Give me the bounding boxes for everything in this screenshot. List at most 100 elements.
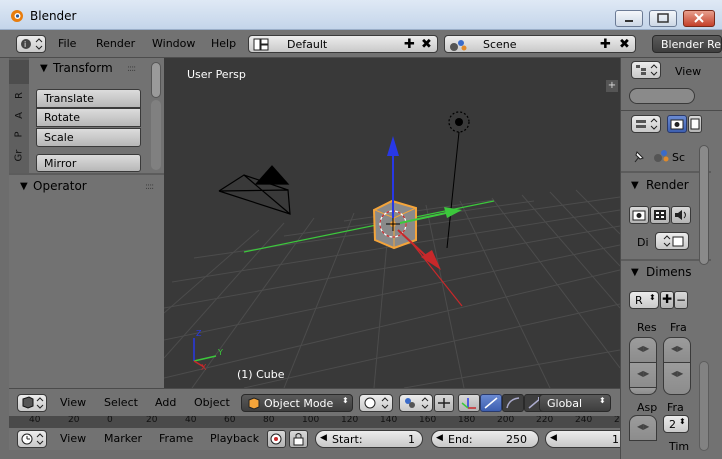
viewport-expand-icon[interactable]: + bbox=[606, 80, 618, 92]
view-menu[interactable]: View bbox=[60, 396, 86, 409]
scene-selector[interactable]: Scene ✚ ✖ bbox=[444, 35, 636, 53]
translate-button[interactable]: Translate bbox=[36, 89, 141, 108]
operator-panel-drag-handle[interactable]: :::: bbox=[145, 182, 154, 192]
add-menu[interactable]: Add bbox=[155, 396, 176, 409]
viewport-shading-selector[interactable] bbox=[359, 394, 393, 412]
start-frame-field[interactable]: ◀ Start: 1 bbox=[315, 430, 423, 448]
add-scene-icon[interactable]: ✚ bbox=[600, 37, 611, 52]
end-frame-field[interactable]: ◀ End: 250 bbox=[431, 430, 539, 448]
translate-manipulator-button[interactable] bbox=[458, 394, 480, 412]
tab-physics[interactable]: P bbox=[9, 129, 29, 147]
render-context-tab[interactable] bbox=[667, 115, 687, 133]
resolution-percent-field[interactable] bbox=[629, 387, 657, 395]
render-engine-selector[interactable]: Blender Re bbox=[652, 35, 722, 53]
marker-menu[interactable]: Marker bbox=[104, 432, 142, 445]
properties-scrollbar-lower[interactable] bbox=[699, 361, 709, 451]
add-preset-button[interactable]: ✚ bbox=[660, 291, 674, 309]
transform-orientation-value: Global bbox=[547, 397, 583, 410]
manipulator-toggle-button[interactable] bbox=[434, 394, 454, 412]
transform-panel-toggle-icon[interactable]: ▼ bbox=[40, 63, 48, 74]
transform-orientation-selector[interactable]: Global ⬍ bbox=[539, 394, 611, 412]
menu-render[interactable]: Render bbox=[96, 37, 135, 50]
outliner-search-field[interactable] bbox=[629, 88, 695, 104]
frame-menu[interactable]: Frame bbox=[159, 432, 193, 445]
tool-shelf-scrollbar-track bbox=[151, 100, 161, 170]
mirror-button[interactable]: Mirror bbox=[36, 154, 141, 172]
minimize-button[interactable] bbox=[615, 10, 643, 27]
tab-grease-pencil[interactable]: Gr bbox=[9, 150, 29, 168]
object-menu[interactable]: Object bbox=[194, 396, 230, 409]
transform-panel-drag-handle[interactable]: :::: bbox=[127, 64, 136, 74]
close-window-button[interactable] bbox=[683, 10, 715, 27]
timeline-ticks: 4020020406080100120140160180200220240260 bbox=[29, 416, 622, 425]
timeline-editor-type-button[interactable] bbox=[17, 430, 47, 448]
viewport-scene[interactable] bbox=[164, 58, 620, 388]
display-label: Di bbox=[637, 236, 649, 249]
display-mode-selector[interactable] bbox=[655, 232, 689, 250]
end-frame-label: End: bbox=[448, 433, 473, 446]
record-button[interactable] bbox=[267, 430, 286, 448]
lock-button[interactable] bbox=[289, 430, 308, 448]
frame-end-field[interactable]: ◀▶ bbox=[663, 362, 691, 395]
aspect-x-field[interactable]: ◀▶ bbox=[629, 415, 657, 441]
resolution-y-field[interactable]: ◀▶ bbox=[629, 362, 657, 388]
properties-scrollbar[interactable] bbox=[699, 145, 709, 265]
timeline-view-menu[interactable]: View bbox=[60, 432, 86, 445]
ruler-tick-label: 100 bbox=[302, 416, 319, 425]
start-left-arrow-icon[interactable]: ◀ bbox=[320, 433, 327, 443]
pivot-point-selector[interactable] bbox=[399, 394, 433, 412]
render-panel-toggle-icon[interactable]: ▼ bbox=[631, 180, 639, 191]
menu-window[interactable]: Window bbox=[152, 37, 195, 50]
timeline-ruler[interactable]: 4020020406080100120140160180200220240260 bbox=[9, 416, 622, 428]
operator-panel-header[interactable]: Operator bbox=[33, 179, 87, 193]
object-mode-selector[interactable]: Object Mode ⬍ bbox=[241, 394, 353, 412]
ruler-tick-label: 180 bbox=[458, 416, 475, 425]
current-left-arrow-icon[interactable]: ◀ bbox=[550, 433, 557, 443]
remove-scene-icon[interactable]: ✖ bbox=[619, 37, 630, 52]
tool-shelf-tab-blank[interactable] bbox=[9, 60, 29, 84]
ruler-tick-label: 200 bbox=[497, 416, 514, 425]
render-audio-button[interactable] bbox=[671, 206, 691, 224]
scale-manipulator-button[interactable] bbox=[502, 394, 524, 412]
remove-layout-icon[interactable]: ✖ bbox=[421, 37, 432, 52]
end-left-arrow-icon[interactable]: ◀ bbox=[436, 433, 443, 443]
scale-button[interactable]: Scale bbox=[36, 128, 141, 147]
menu-help[interactable]: Help bbox=[211, 37, 236, 50]
transform-panel-header[interactable]: Transform bbox=[53, 61, 113, 75]
menu-file[interactable]: File bbox=[58, 37, 76, 50]
render-image-button[interactable] bbox=[629, 206, 649, 224]
screen-layout-selector[interactable]: Default ✚ ✖ bbox=[248, 35, 438, 53]
render-panel-header[interactable]: Render bbox=[646, 178, 689, 192]
tab-relations[interactable]: R bbox=[9, 90, 29, 108]
add-layout-icon[interactable]: ✚ bbox=[404, 37, 415, 52]
properties-editor-type-button[interactable] bbox=[631, 115, 661, 133]
operator-panel-toggle-icon[interactable]: ▼ bbox=[20, 181, 28, 192]
rotate-button[interactable]: Rotate bbox=[36, 108, 141, 127]
render-engine-value: Blender Re bbox=[661, 38, 722, 51]
dimensions-panel-toggle-icon[interactable]: ▼ bbox=[631, 267, 639, 278]
tab-animation[interactable]: A bbox=[9, 110, 29, 128]
window-title: Blender bbox=[30, 9, 77, 23]
select-menu[interactable]: Select bbox=[104, 396, 138, 409]
frame-rate-selector[interactable]: 2 ⬍ bbox=[663, 415, 689, 433]
outliner-view-menu[interactable]: View bbox=[675, 65, 701, 78]
maximize-button[interactable] bbox=[649, 10, 677, 27]
render-layers-context-tab[interactable] bbox=[688, 115, 702, 133]
frame-range-label: Fra bbox=[670, 321, 687, 334]
3d-viewport[interactable]: User Persp (1) Cube Z Y X + bbox=[164, 58, 620, 388]
pin-icon[interactable] bbox=[631, 148, 647, 167]
playback-menu[interactable]: Playback bbox=[210, 432, 259, 445]
remove-preset-button[interactable]: − bbox=[674, 291, 688, 309]
viewport-editor-type-button[interactable] bbox=[17, 394, 47, 412]
tool-shelf-scrollbar[interactable] bbox=[151, 62, 161, 98]
dimensions-panel-header[interactable]: Dimensi bbox=[646, 265, 691, 279]
render-animation-button[interactable] bbox=[650, 206, 670, 224]
rotate-manipulator-button[interactable] bbox=[480, 394, 502, 412]
resolution-x-field[interactable]: ◀▶ bbox=[629, 337, 657, 363]
ruler-tick-label: 220 bbox=[536, 416, 553, 425]
outliner-editor-type-button[interactable] bbox=[631, 61, 661, 79]
editor-type-button[interactable]: i bbox=[16, 35, 46, 53]
render-presets-selector[interactable]: R ⬍ bbox=[629, 291, 659, 309]
frame-start-field[interactable]: ◀▶ bbox=[663, 337, 691, 363]
current-frame-field[interactable]: ◀ 1 bbox=[545, 430, 622, 448]
